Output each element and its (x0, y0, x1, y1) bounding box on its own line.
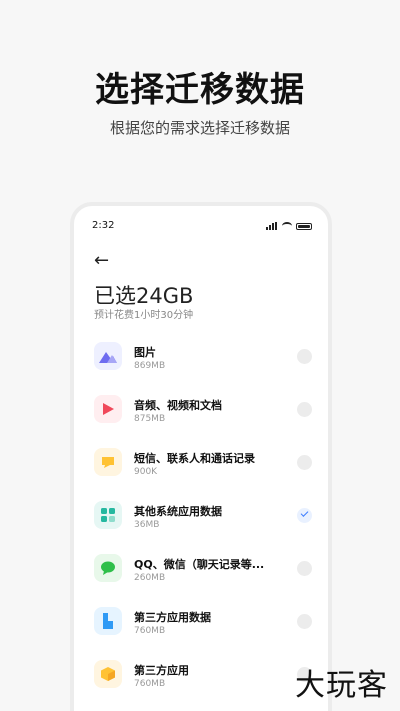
item-size: 260MB (134, 573, 166, 583)
item-name: 第三方应用数据 (134, 611, 211, 624)
item-checkbox[interactable] (297, 455, 312, 470)
item-name: 图片 (134, 346, 156, 359)
wifi-icon (282, 222, 292, 230)
battery-icon (296, 222, 312, 230)
play-icon (94, 395, 122, 423)
chat-icon (94, 554, 122, 582)
apps-grid-icon (94, 501, 122, 529)
list-item[interactable]: 图片 869MB (74, 334, 328, 387)
hero-title: 选择迁移数据 (95, 70, 305, 110)
hero-subtitle: 根据您的需求选择迁移数据 (109, 119, 290, 137)
item-size: 900K (134, 467, 158, 477)
item-size: 36MB (134, 520, 160, 530)
list-item[interactable]: 短信、联系人和通话记录 900K (74, 440, 328, 493)
item-checkbox[interactable] (297, 349, 312, 364)
list-item[interactable]: 其他系统应用数据 36MB (74, 493, 328, 546)
estimated-time: 预计花费1小时30分钟 (94, 310, 194, 321)
status-time: 2:32 (92, 220, 115, 231)
item-checkbox[interactable] (297, 402, 312, 417)
package-icon (94, 660, 122, 688)
item-size: 760MB (134, 626, 166, 636)
item-name: 音频、视频和文档 (134, 399, 222, 412)
list-item[interactable]: 第三方应用数据 760MB (74, 599, 328, 652)
message-icon (94, 448, 122, 476)
item-size: 875MB (134, 414, 166, 424)
list-item[interactable]: 音频、视频和文档 875MB (74, 387, 328, 440)
app-data-icon (94, 607, 122, 635)
item-name: 短信、联系人和通话记录 (134, 452, 255, 465)
image-icon (94, 342, 122, 370)
item-name: 其他系统应用数据 (134, 505, 222, 518)
signal-icon (266, 222, 278, 230)
item-checkbox[interactable] (297, 614, 312, 629)
status-icons (266, 222, 312, 230)
item-name: QQ、微信（聊天记录等... (134, 558, 265, 571)
item-checkbox[interactable] (297, 561, 312, 576)
watermark-logo: 大玩客 (295, 668, 388, 703)
status-bar: 2:32 (74, 220, 328, 234)
item-size: 760MB (134, 679, 166, 689)
item-size: 869MB (134, 361, 166, 371)
list-item[interactable]: 第三方应用 760MB (74, 652, 328, 705)
list-item[interactable]: QQ、微信（聊天记录等... 260MB (74, 546, 328, 599)
data-list: 图片 869MB 音频、视频和文档 875MB 短信、联系人和通话记录 900K (74, 334, 328, 705)
item-checkbox[interactable] (297, 508, 312, 523)
item-name: 第三方应用 (134, 664, 189, 677)
phone-mockup: 2:32 ← 已选24GB 预计花费1小时30分钟 图片 869MB 音频、视频… (70, 202, 332, 711)
back-arrow-icon[interactable]: ← (94, 250, 109, 271)
